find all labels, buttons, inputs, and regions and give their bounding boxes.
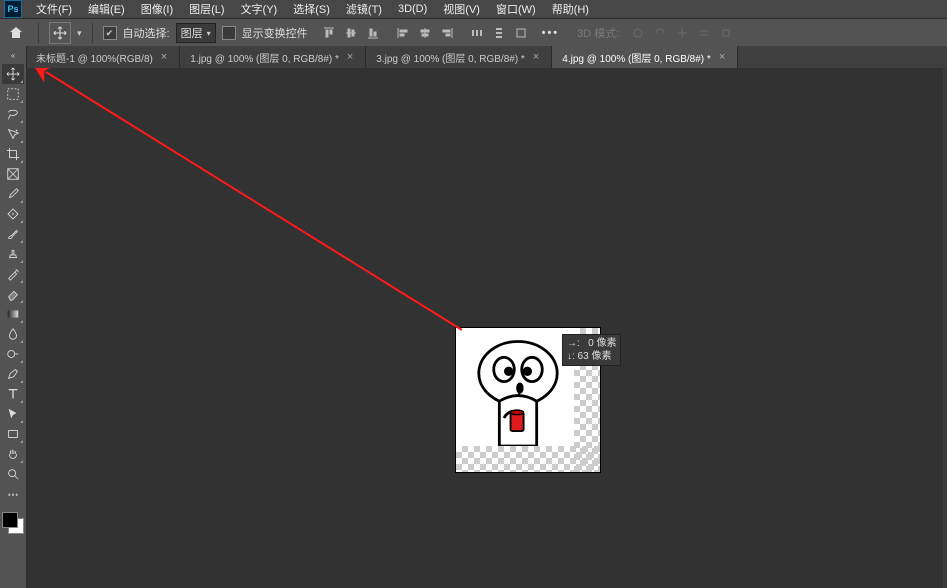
document-tab-bar: 未标题-1 @ 100%(RGB/8) × 1.jpg @ 100% (图层 0… xyxy=(26,46,947,69)
type-tool[interactable] xyxy=(2,384,24,404)
brush-tool[interactable] xyxy=(2,224,24,244)
menu-bar: Ps 文件(F) 编辑(E) 图像(I) 图层(L) 文字(Y) 选择(S) 滤… xyxy=(0,0,947,18)
image-content xyxy=(462,334,574,446)
close-icon[interactable]: × xyxy=(159,51,169,63)
align-group-2 xyxy=(394,24,456,42)
roll-3d-icon[interactable] xyxy=(651,24,669,42)
auto-select-value: 图层 xyxy=(181,25,203,41)
document-tab[interactable]: 未标题-1 @ 100%(RGB/8) × xyxy=(26,46,180,68)
blur-tool[interactable] xyxy=(2,324,24,344)
tab-label: 未标题-1 @ 100%(RGB/8) xyxy=(36,50,153,65)
align-left-icon[interactable] xyxy=(394,24,412,42)
hand-tool[interactable] xyxy=(2,444,24,464)
distribute-group xyxy=(468,24,530,42)
drag-info-tooltip: →: 0 像素 ↓: 63 像素 xyxy=(562,334,621,366)
transparency-checker xyxy=(456,446,600,472)
close-icon[interactable]: × xyxy=(531,51,541,63)
home-button[interactable] xyxy=(4,21,28,45)
app-logo: Ps xyxy=(4,0,22,18)
menu-filter[interactable]: 滤镜(T) xyxy=(338,0,390,19)
document-tab[interactable]: 3.jpg @ 100% (图层 0, RGB/8#) * × xyxy=(366,46,552,68)
pan-3d-icon[interactable] xyxy=(673,24,691,42)
distribute-v-icon[interactable] xyxy=(490,24,508,42)
pen-tool[interactable] xyxy=(2,364,24,384)
dodge-tool[interactable] xyxy=(2,344,24,364)
document-tab-active[interactable]: 4.jpg @ 100% (图层 0, RGB/8#) * × xyxy=(552,46,738,68)
zoom-tool[interactable] xyxy=(2,464,24,484)
menu-type[interactable]: 文字(Y) xyxy=(233,0,286,19)
align-right-icon[interactable] xyxy=(438,24,456,42)
history-brush-tool[interactable] xyxy=(2,264,24,284)
show-transform-checkbox[interactable] xyxy=(222,26,236,40)
quick-select-tool[interactable] xyxy=(2,124,24,144)
separator xyxy=(38,23,39,43)
align-group-1 xyxy=(320,24,382,42)
right-scroll-edge[interactable] xyxy=(943,68,947,588)
mode3d-group xyxy=(629,24,735,42)
orbit-3d-icon[interactable] xyxy=(629,24,647,42)
path-select-tool[interactable] xyxy=(2,404,24,424)
tab-label: 1.jpg @ 100% (图层 0, RGB/8#) * xyxy=(190,50,339,65)
move-tool-indicator[interactable] xyxy=(49,22,71,44)
panel-collapse-icon[interactable]: « xyxy=(1,50,25,60)
auto-select-label: 自动选择: xyxy=(123,25,170,41)
move-arrows-icon xyxy=(53,26,67,40)
lasso-tool[interactable] xyxy=(2,104,24,124)
distribute-space-icon[interactable] xyxy=(512,24,530,42)
color-swatches[interactable] xyxy=(2,512,24,534)
document-tab[interactable]: 1.jpg @ 100% (图层 0, RGB/8#) * × xyxy=(180,46,366,68)
eraser-tool[interactable] xyxy=(2,284,24,304)
menu-3d[interactable]: 3D(D) xyxy=(390,1,435,17)
align-bottom-icon[interactable] xyxy=(364,24,382,42)
edit-toolbar-icon[interactable]: ⋯ xyxy=(2,484,24,504)
close-icon[interactable]: × xyxy=(717,51,727,63)
tooltip-line2: ↓: 63 像素 xyxy=(567,351,611,362)
tab-label: 3.jpg @ 100% (图层 0, RGB/8#) * xyxy=(376,50,525,65)
chevron-down-icon: ▾ xyxy=(207,29,211,38)
menu-file[interactable]: 文件(F) xyxy=(28,0,80,19)
slide-3d-icon[interactable] xyxy=(695,24,713,42)
menu-view[interactable]: 视图(V) xyxy=(435,0,488,19)
spot-heal-tool[interactable] xyxy=(2,204,24,224)
menu-layer[interactable]: 图层(L) xyxy=(181,0,232,19)
eyedropper-tool[interactable] xyxy=(2,184,24,204)
zoom-3d-icon[interactable] xyxy=(717,24,735,42)
menu-edit[interactable]: 编辑(E) xyxy=(80,0,133,19)
rectangle-tool[interactable] xyxy=(2,424,24,444)
frame-tool[interactable] xyxy=(2,164,24,184)
menu-select[interactable]: 选择(S) xyxy=(285,0,338,19)
distribute-h-icon[interactable] xyxy=(468,24,486,42)
crop-tool[interactable] xyxy=(2,144,24,164)
tool-panel: « xyxy=(0,46,27,588)
show-transform-label: 显示变换控件 xyxy=(242,25,308,41)
close-icon[interactable]: × xyxy=(345,51,355,63)
menu-window[interactable]: 窗口(W) xyxy=(488,0,544,19)
move-tool[interactable] xyxy=(2,64,24,84)
canvas-area[interactable]: →: 0 像素 ↓: 63 像素 xyxy=(26,68,947,588)
auto-select-checkbox[interactable]: ✔ xyxy=(103,26,117,40)
mode3d-label: 3D 模式: xyxy=(577,25,619,41)
clone-stamp-tool[interactable] xyxy=(2,244,24,264)
more-options-icon[interactable]: ••• xyxy=(536,27,566,39)
auto-select-dropdown[interactable]: 图层 ▾ xyxy=(176,23,216,43)
tooltip-line1: →: 0 像素 xyxy=(567,338,616,349)
separator xyxy=(92,23,93,43)
tab-label: 4.jpg @ 100% (图层 0, RGB/8#) * xyxy=(562,50,711,65)
align-top-icon[interactable] xyxy=(320,24,338,42)
align-vcenter-icon[interactable] xyxy=(342,24,360,42)
options-bar: ▾ ✔ 自动选择: 图层 ▾ 显示变换控件 ••• 3D 模式: xyxy=(0,18,947,48)
home-icon xyxy=(8,25,24,41)
menu-help[interactable]: 帮助(H) xyxy=(544,0,597,19)
align-hcenter-icon[interactable] xyxy=(416,24,434,42)
menu-image[interactable]: 图像(I) xyxy=(133,0,181,19)
foreground-color[interactable] xyxy=(2,512,18,528)
marquee-tool[interactable] xyxy=(2,84,24,104)
gradient-tool[interactable] xyxy=(2,304,24,324)
